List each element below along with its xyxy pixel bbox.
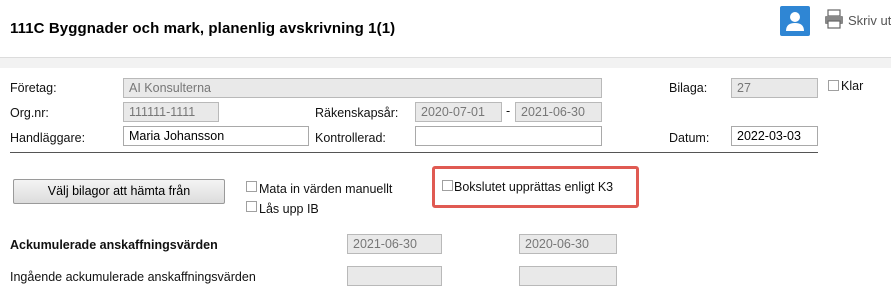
attachment-field: 27 [731, 78, 818, 98]
user-icon[interactable] [780, 6, 810, 36]
header-divider [0, 57, 891, 68]
fiscal-year-dash: - [506, 104, 511, 118]
row1-col1-field [347, 266, 442, 286]
section-heading: Ackumulerade anskaffningsvärden [10, 238, 218, 252]
col1-date-field: 2021-06-30 [347, 234, 442, 254]
done-label: Klar [841, 79, 864, 93]
page-title: 111C Byggnader och mark, planenlig avskr… [10, 20, 396, 37]
fiscal-year-from-field: 2020-07-01 [415, 102, 502, 122]
handler-label: Handläggare: [10, 131, 86, 145]
fiscal-year-to-field: 2021-06-30 [515, 102, 602, 122]
manual-entry-checkbox[interactable] [246, 181, 257, 192]
checked-by-input[interactable] [415, 126, 602, 146]
orgnr-field: 111111-1111 [123, 102, 219, 122]
printer-icon[interactable] [823, 8, 845, 30]
form-separator [10, 152, 818, 153]
company-label: Företag: [10, 81, 57, 95]
orgnr-label: Org.nr: [10, 106, 49, 120]
date-label: Datum: [669, 131, 710, 145]
print-button-label[interactable]: Skriv ut [848, 13, 891, 28]
attachment-label: Bilaga: [669, 81, 708, 95]
row1-label: Ingående ackumulerade anskaffningsvärden [10, 270, 256, 284]
company-field: AI Konsulterna [123, 78, 602, 98]
unlock-ib-checkbox[interactable] [246, 201, 257, 212]
checked-by-label: Kontrollerad: [315, 131, 386, 145]
unlock-ib-label: Lås upp IB [259, 202, 319, 216]
done-checkbox[interactable] [828, 80, 839, 91]
row1-col2-field [519, 266, 617, 286]
date-input[interactable]: 2022-03-03 [731, 126, 818, 146]
handler-input[interactable]: Maria Johansson [123, 126, 309, 146]
manual-entry-label: Mata in värden manuellt [259, 182, 393, 196]
choose-attachments-button[interactable]: Välj bilagor att hämta från [13, 179, 225, 204]
col2-date-field: 2020-06-30 [519, 234, 617, 254]
fiscal-year-label: Räkenskapsår: [315, 106, 399, 120]
k3-label: Bokslutet upprättas enligt K3 [454, 180, 614, 194]
k3-checkbox[interactable] [442, 180, 453, 191]
